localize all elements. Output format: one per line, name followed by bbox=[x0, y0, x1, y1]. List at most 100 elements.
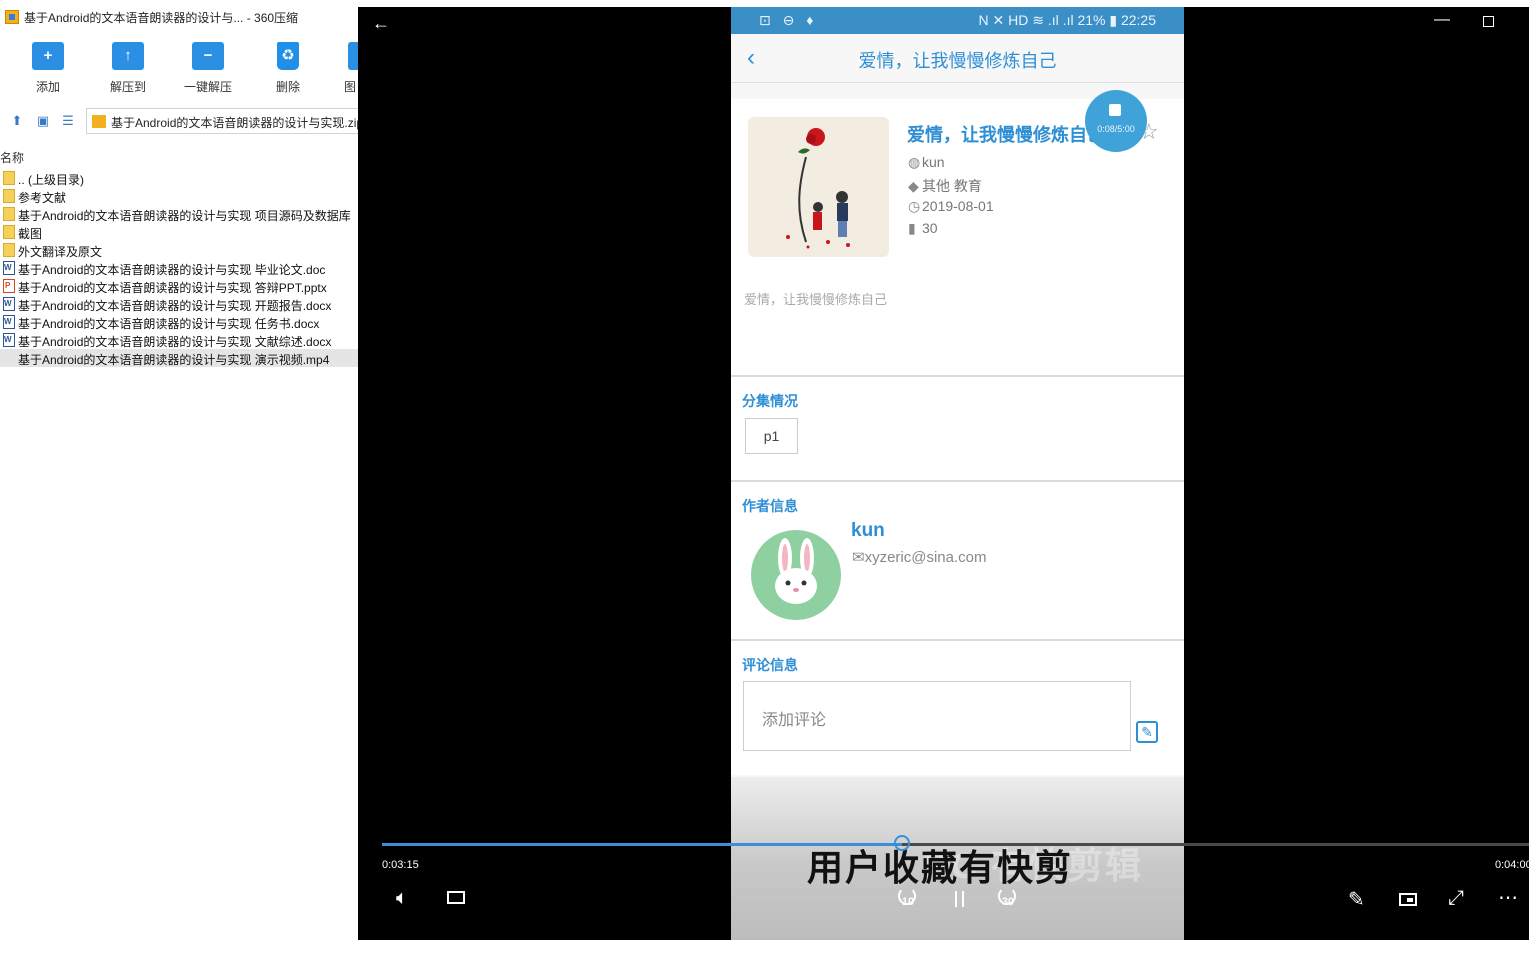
captions-icon[interactable] bbox=[447, 891, 465, 904]
back-arrow-icon[interactable]: ← bbox=[372, 13, 390, 34]
one-click-extract-button[interactable]: − 一键解压 bbox=[176, 40, 240, 96]
doc-icon bbox=[3, 261, 15, 275]
doc-icon bbox=[3, 297, 15, 311]
file-row[interactable]: 基于Android的文本语音朗读器的设计与实现 毕业论文.doc bbox=[0, 259, 358, 277]
comment-input[interactable] bbox=[744, 682, 1130, 750]
author-section: 作者信息 kun ✉xyzeric@sina.com bbox=[731, 482, 1184, 641]
author-name[interactable]: kun bbox=[851, 520, 885, 542]
extract-to-icon: ↑ bbox=[112, 42, 144, 70]
add-icon: + bbox=[32, 42, 64, 70]
zip-app-icon bbox=[5, 10, 19, 24]
story-plays-row: ▮ 30 bbox=[908, 220, 938, 237]
mini-view-icon[interactable] bbox=[1399, 893, 1417, 906]
file-row[interactable]: 基于Android的文本语音朗读器的设计与实现 任务书.docx bbox=[0, 313, 358, 331]
file-row[interactable]: 参考文献 bbox=[0, 187, 358, 205]
zip-toolbar: + 添加 ↑ 解压到 − 一键解压 ♻ 删除 图 bbox=[0, 34, 358, 100]
seek-progress bbox=[382, 843, 902, 846]
file-row[interactable]: 基于Android的文本语音朗读器的设计与实现 演示视频.mp4 bbox=[0, 349, 358, 367]
fullscreen-icon[interactable]: ⤢ bbox=[1448, 887, 1464, 910]
one-click-extract-icon: − bbox=[192, 42, 224, 70]
file-row[interactable]: 截图 bbox=[0, 223, 358, 241]
view-list-icon[interactable]: ☰ bbox=[61, 114, 75, 128]
video-player: ← — ⊡ ⊖ ♦ N ✕ HD ≋ .ıl .ıl 21% ▮ 22:25 ‹… bbox=[358, 7, 1529, 940]
author-avatar[interactable] bbox=[751, 530, 841, 620]
zip-title-bar: 基于Android的文本语音朗读器的设计与... - 360压缩 bbox=[0, 0, 358, 34]
zip-window: 基于Android的文本语音朗读器的设计与... - 360压缩 + 添加 ↑ … bbox=[0, 0, 358, 953]
skip-forward-button[interactable]: 30 bbox=[996, 887, 1020, 911]
record-time: 0:08/5:00 bbox=[1097, 124, 1135, 134]
zip-file-icon bbox=[92, 115, 106, 128]
delete-button[interactable]: ♻ 删除 bbox=[256, 40, 320, 96]
zip-window-title: 基于Android的文本语音朗读器的设计与... - 360压缩 bbox=[24, 11, 299, 25]
file-name: 参考文献 bbox=[18, 191, 67, 205]
bar-chart-icon: ▮ bbox=[908, 220, 916, 236]
status-right-info: N ✕ HD ≋ .ıl .ıl 21% ▮ 22:25 bbox=[978, 12, 1156, 28]
file-name: 基于Android的文本语音朗读器的设计与实现 文献综述.docx bbox=[18, 335, 332, 349]
edit-comment-icon[interactable]: ✎ bbox=[1136, 721, 1158, 743]
more-icon bbox=[348, 42, 358, 70]
file-name: 基于Android的文本语音朗读器的设计与实现 任务书.docx bbox=[18, 317, 320, 331]
skip-back-button[interactable]: 10 bbox=[896, 887, 920, 911]
file-row[interactable]: 外文翻译及原文 bbox=[0, 241, 358, 259]
folder-icon bbox=[3, 171, 15, 185]
story-date-row: ◷ 2019-08-01 bbox=[908, 198, 994, 215]
phone-screen: ⊡ ⊖ ♦ N ✕ HD ≋ .ıl .ıl 21% ▮ 22:25 ‹ 爱情，… bbox=[731, 7, 1184, 940]
file-row[interactable]: .. (上级目录) bbox=[0, 169, 358, 187]
story-author-row: ◍ kun bbox=[908, 154, 945, 171]
file-row[interactable]: 基于Android的文本语音朗读器的设计与实现 答辩PPT.pptx bbox=[0, 277, 358, 295]
skip-back-seconds: 10 bbox=[901, 896, 915, 908]
view-thumbnail-icon[interactable]: ▣ bbox=[36, 114, 50, 128]
ppt-icon bbox=[3, 279, 15, 293]
screen-record-button[interactable]: 0:08/5:00 bbox=[1085, 90, 1147, 152]
app-bar: ‹ 爱情，让我慢慢修炼自己 bbox=[731, 34, 1184, 83]
author-email: ✉xyzeric@sina.com bbox=[852, 549, 987, 566]
story-category: 其他 教育 bbox=[922, 178, 982, 194]
minimize-icon[interactable]: — bbox=[1434, 11, 1450, 29]
clock-icon: ◷ bbox=[908, 198, 921, 214]
extract-to-button[interactable]: ↑ 解压到 bbox=[96, 40, 160, 96]
episode-p1-button[interactable]: p1 bbox=[745, 418, 798, 454]
add-button-label: 添加 bbox=[35, 80, 60, 94]
seek-thumb[interactable] bbox=[893, 835, 910, 851]
skip-forward-seconds: 30 bbox=[1001, 896, 1015, 908]
file-row[interactable]: 基于Android的文本语音朗读器的设计与实现 开题报告.docx bbox=[0, 295, 358, 313]
status-bar: ⊡ ⊖ ♦ N ✕ HD ≋ .ıl .ıl 21% ▮ 22:25 bbox=[731, 7, 1184, 34]
current-time: 0:03:15 bbox=[382, 859, 419, 871]
file-list: .. (上级目录) 参考文献基于Android的文本语音朗读器的设计与实现 项目源… bbox=[0, 169, 358, 367]
video-subtitle: 用户收藏有快剪 bbox=[807, 847, 1074, 888]
maximize-icon[interactable] bbox=[1483, 16, 1494, 27]
story-category-row: ◆ 其他 教育 bbox=[908, 176, 982, 196]
mail-icon: ✉ bbox=[852, 549, 865, 566]
file-name: 基于Android的文本语音朗读器的设计与实现 毕业论文.doc bbox=[18, 263, 326, 277]
status-left-icons: ⊡ ⊖ ♦ bbox=[759, 12, 818, 28]
extract-to-label: 解压到 bbox=[109, 80, 146, 94]
delete-icon: ♻ bbox=[277, 42, 299, 70]
folder-icon bbox=[3, 189, 15, 203]
pencil-icon[interactable]: ✎ bbox=[1348, 887, 1365, 912]
pause-icon[interactable] bbox=[954, 891, 966, 907]
file-name: .. (上级目录) bbox=[18, 173, 84, 187]
video-icon bbox=[3, 351, 15, 365]
delete-label: 删除 bbox=[275, 80, 300, 94]
address-field[interactable]: 基于Android的文本语音朗读器的设计与实现.zip bbox=[86, 108, 358, 134]
doc-icon bbox=[3, 333, 15, 347]
comments-title: 评论信息 bbox=[742, 657, 798, 673]
add-button[interactable]: + 添加 bbox=[16, 40, 80, 96]
image-tool-label: 图 bbox=[344, 80, 357, 94]
seek-bar[interactable] bbox=[382, 835, 1529, 851]
doc-icon bbox=[3, 315, 15, 329]
tag-icon: ◆ bbox=[908, 178, 919, 194]
author-section-title: 作者信息 bbox=[742, 498, 798, 514]
volume-icon[interactable]: 🔈︎ bbox=[396, 887, 408, 910]
file-row[interactable]: 基于Android的文本语音朗读器的设计与实现 项目源码及数据库 bbox=[0, 205, 358, 223]
story-cover-image bbox=[748, 117, 889, 257]
up-arrow-icon[interactable]: ⬆ bbox=[10, 114, 24, 128]
file-name: 基于Android的文本语音朗读器的设计与实现 答辩PPT.pptx bbox=[18, 281, 327, 295]
image-tool-button[interactable]: 图 bbox=[318, 40, 358, 96]
episodes-section: 分集情况 p1 bbox=[731, 377, 1184, 482]
column-header-name[interactable]: 名称 bbox=[0, 146, 358, 166]
file-row[interactable]: 基于Android的文本语音朗读器的设计与实现 文献综述.docx bbox=[0, 331, 358, 349]
file-name: 基于Android的文本语音朗读器的设计与实现 项目源码及数据库 bbox=[18, 209, 351, 223]
more-options-icon[interactable]: ⋯ bbox=[1498, 885, 1518, 910]
address-text: 基于Android的文本语音朗读器的设计与实现.zip bbox=[111, 116, 358, 130]
